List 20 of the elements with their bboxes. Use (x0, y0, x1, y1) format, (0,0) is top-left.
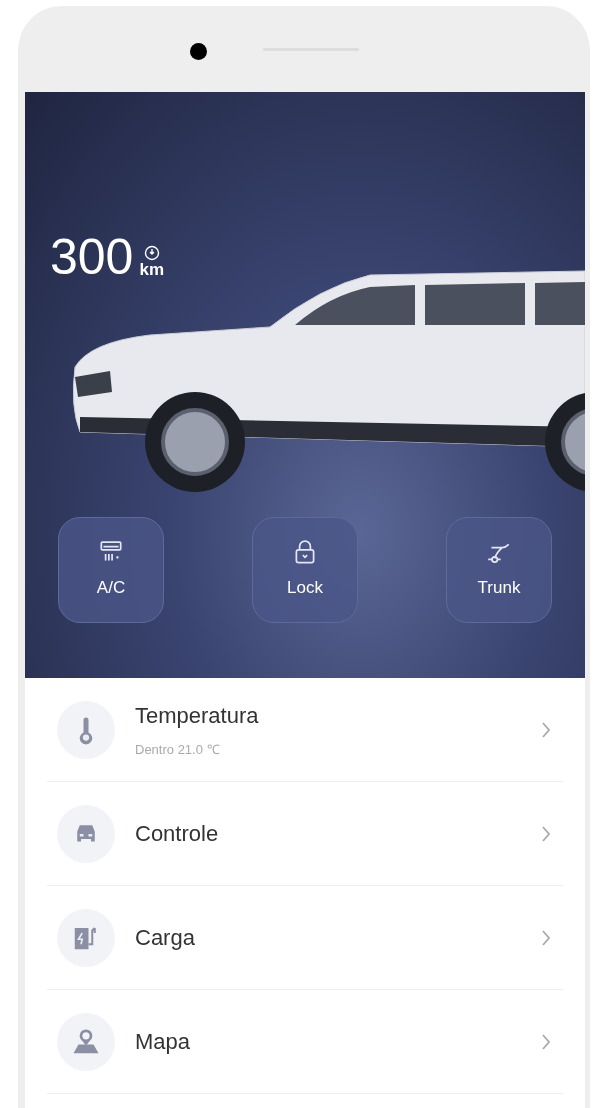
camera-icon (190, 43, 207, 60)
menu-item-title: Mapa (135, 1028, 192, 1056)
menu-item-title: Controle (135, 820, 220, 848)
menu-item-subtitle: Dentro 21.0 ℃ (135, 741, 221, 760)
menu-item[interactable]: Carga (47, 886, 563, 990)
chevron-right-icon (541, 928, 551, 947)
chevron-right-icon (541, 1032, 551, 1051)
menu-item-title: Temperatura (135, 702, 260, 731)
quick-action-button[interactable]: A/C (58, 517, 164, 623)
gauge-icon (143, 245, 160, 261)
range-value: 300 (50, 232, 134, 282)
chevron-right-icon (541, 720, 551, 739)
chevron-right-icon (541, 824, 551, 843)
quick-action-button[interactable]: Trunk (446, 517, 552, 623)
menu-item[interactable]: Temperatura Dentro 21.0 ℃ (47, 678, 563, 782)
menu-item-title: Carga (135, 924, 196, 952)
menu-item[interactable]: Mapa (47, 990, 563, 1094)
menu-item[interactable]: Controle (47, 782, 563, 886)
quick-action-button[interactable]: Lock (252, 517, 358, 623)
range-unit: km (139, 261, 164, 278)
